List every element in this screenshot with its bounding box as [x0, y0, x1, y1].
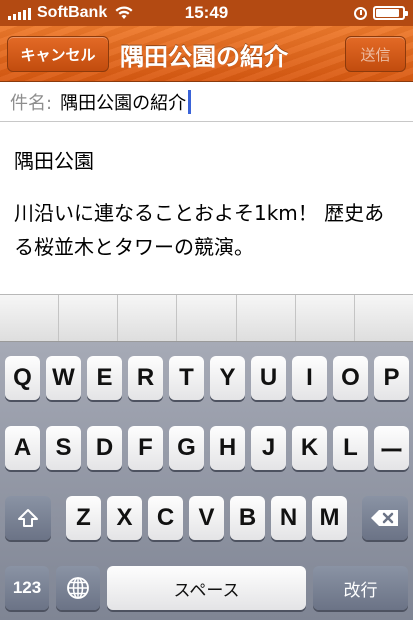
key-z[interactable]: Z [66, 496, 101, 540]
key-i[interactable]: I [292, 356, 327, 400]
key-v[interactable]: V [189, 496, 224, 540]
candidate-slot [59, 295, 119, 341]
numbers-key[interactable]: 123 [5, 566, 49, 610]
shift-key[interactable] [5, 496, 51, 540]
key-g[interactable]: G [169, 426, 204, 470]
key-f[interactable]: F [128, 426, 163, 470]
carrier-name: SoftBank [37, 4, 108, 21]
globe-key[interactable] [56, 566, 100, 610]
battery-level [376, 9, 400, 17]
delete-key[interactable] [362, 496, 408, 540]
navigation-bar: キャンセル 隅田公園の紹介 送信 [0, 26, 413, 82]
key-n[interactable]: N [271, 496, 306, 540]
candidate-slot [237, 295, 296, 341]
key-q[interactable]: Q [5, 356, 40, 400]
keyboard: Q W E R T Y U I O P A S D F G H J K L ー … [0, 342, 413, 620]
key-o[interactable]: O [333, 356, 368, 400]
key-p[interactable]: P [374, 356, 409, 400]
key-k[interactable]: K [292, 426, 327, 470]
signal-strength-icon [8, 7, 31, 20]
orientation-lock-icon [354, 6, 367, 20]
key-u[interactable]: U [251, 356, 286, 400]
key-r[interactable]: R [128, 356, 163, 400]
subject-input[interactable]: 隅田公園の紹介 [60, 89, 186, 115]
key-h[interactable]: H [210, 426, 245, 470]
page-title: 隅田公園の紹介 [120, 42, 288, 71]
globe-icon [67, 577, 89, 599]
send-button[interactable]: 送信 [345, 36, 406, 72]
candidate-slot [0, 295, 60, 341]
shift-icon [18, 509, 38, 527]
wifi-icon [115, 6, 133, 19]
key-m[interactable]: M [312, 496, 347, 540]
key-c[interactable]: C [148, 496, 183, 540]
candidate-slot [177, 295, 237, 341]
key-d[interactable]: D [87, 426, 122, 470]
key-s[interactable]: S [46, 426, 81, 470]
candidate-slot [355, 295, 413, 341]
key-x[interactable]: X [107, 496, 142, 540]
space-key[interactable]: スペース [107, 566, 306, 610]
candidate-slot [118, 295, 178, 341]
body-paragraph: 川沿いに連なることおよそ1km！ 歴史ある桜並木とタワーの競演。 [14, 201, 385, 259]
key-j[interactable]: J [251, 426, 286, 470]
subject-label: 件名: [10, 92, 53, 114]
status-bar: SoftBank 15:49 [0, 0, 413, 26]
key-a[interactable]: A [5, 426, 40, 470]
key-y[interactable]: Y [210, 356, 245, 400]
cancel-button[interactable]: キャンセル [7, 36, 109, 72]
key-long-vowel[interactable]: ー [374, 426, 409, 470]
key-l[interactable]: L [333, 426, 368, 470]
key-b[interactable]: B [230, 496, 265, 540]
battery-icon [373, 6, 408, 20]
conversion-candidate-bar [0, 294, 413, 342]
candidate-slot [296, 295, 355, 341]
key-t[interactable]: T [169, 356, 204, 400]
delete-icon [371, 510, 398, 526]
body-paragraph: 隅田公園 [14, 149, 94, 173]
subject-field[interactable]: 件名: 隅田公園の紹介 [0, 82, 413, 122]
key-w[interactable]: W [46, 356, 81, 400]
key-e[interactable]: E [87, 356, 122, 400]
text-cursor [188, 89, 192, 114]
return-key[interactable]: 改行 [313, 566, 408, 610]
message-body[interactable]: 隅田公園 川沿いに連なることおよそ1km！ 歴史ある桜並木とタワーの競演。 [0, 122, 413, 294]
